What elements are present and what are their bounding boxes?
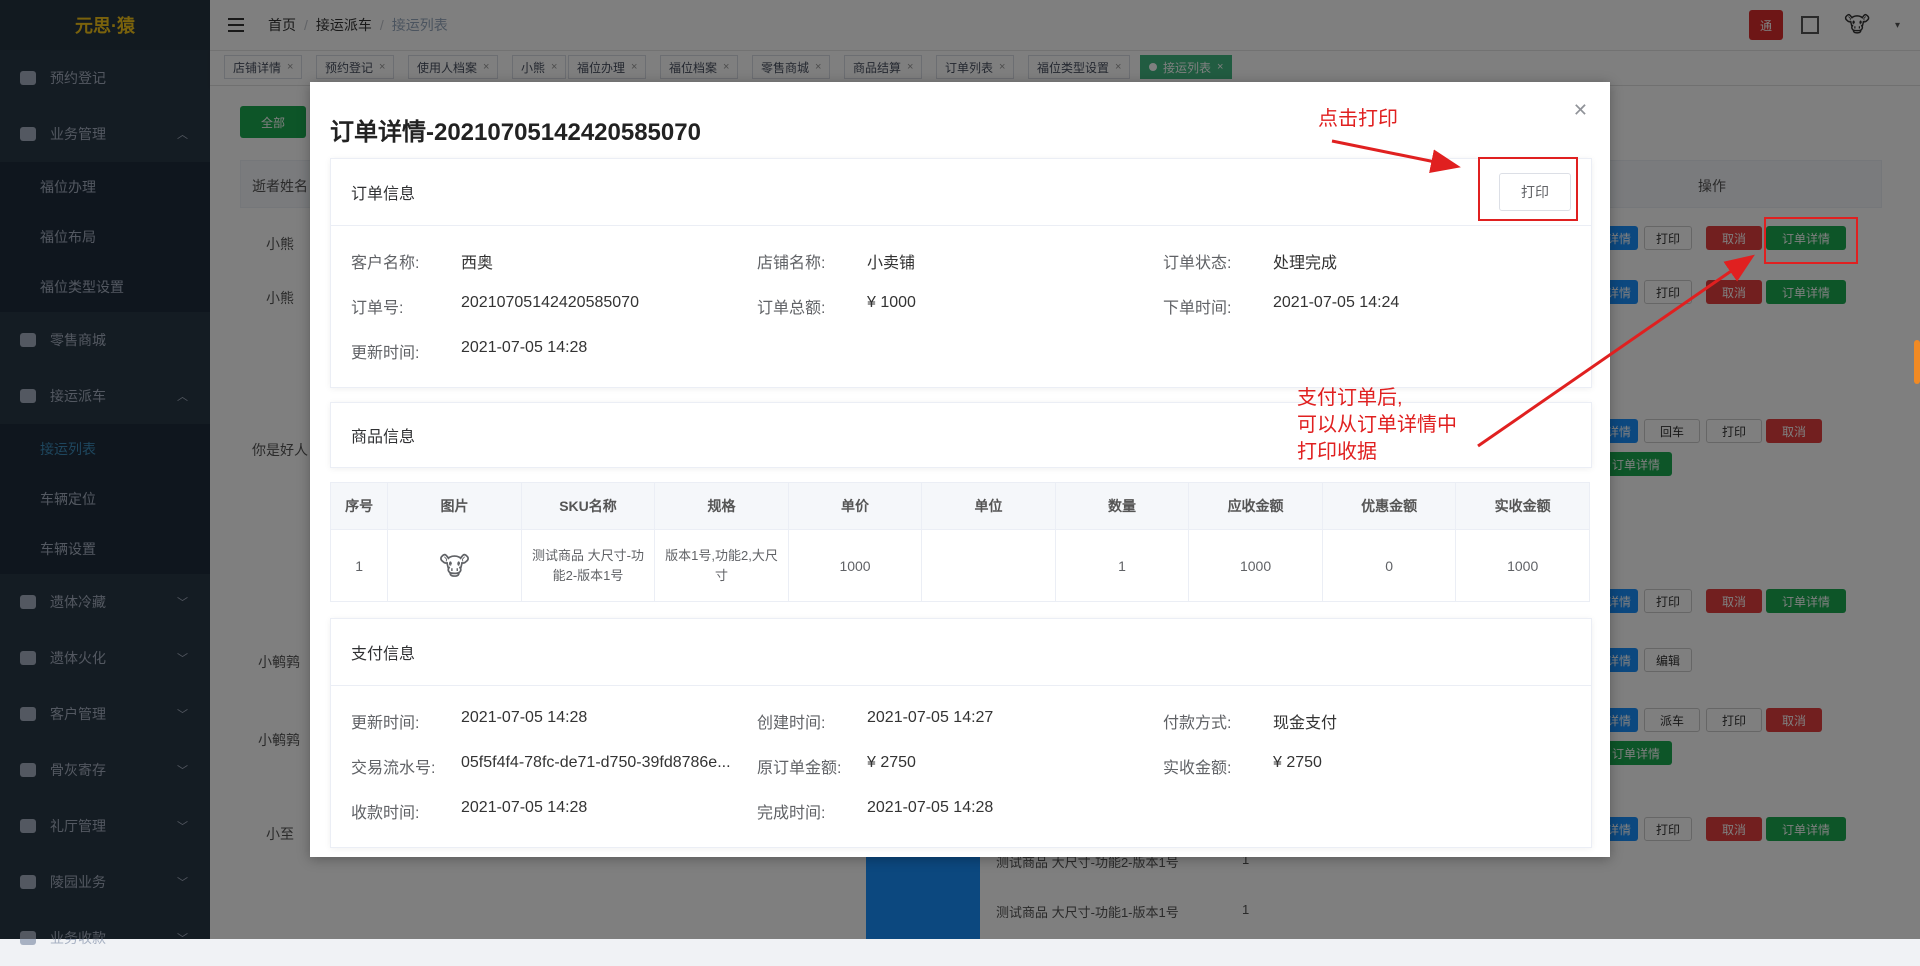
arrow-to-print: [1331, 139, 1461, 173]
scrollbar-thumb[interactable]: [1914, 340, 1920, 384]
annotation-arrows: [1331, 139, 1755, 448]
arrow-to-order-detail: [1477, 254, 1755, 448]
